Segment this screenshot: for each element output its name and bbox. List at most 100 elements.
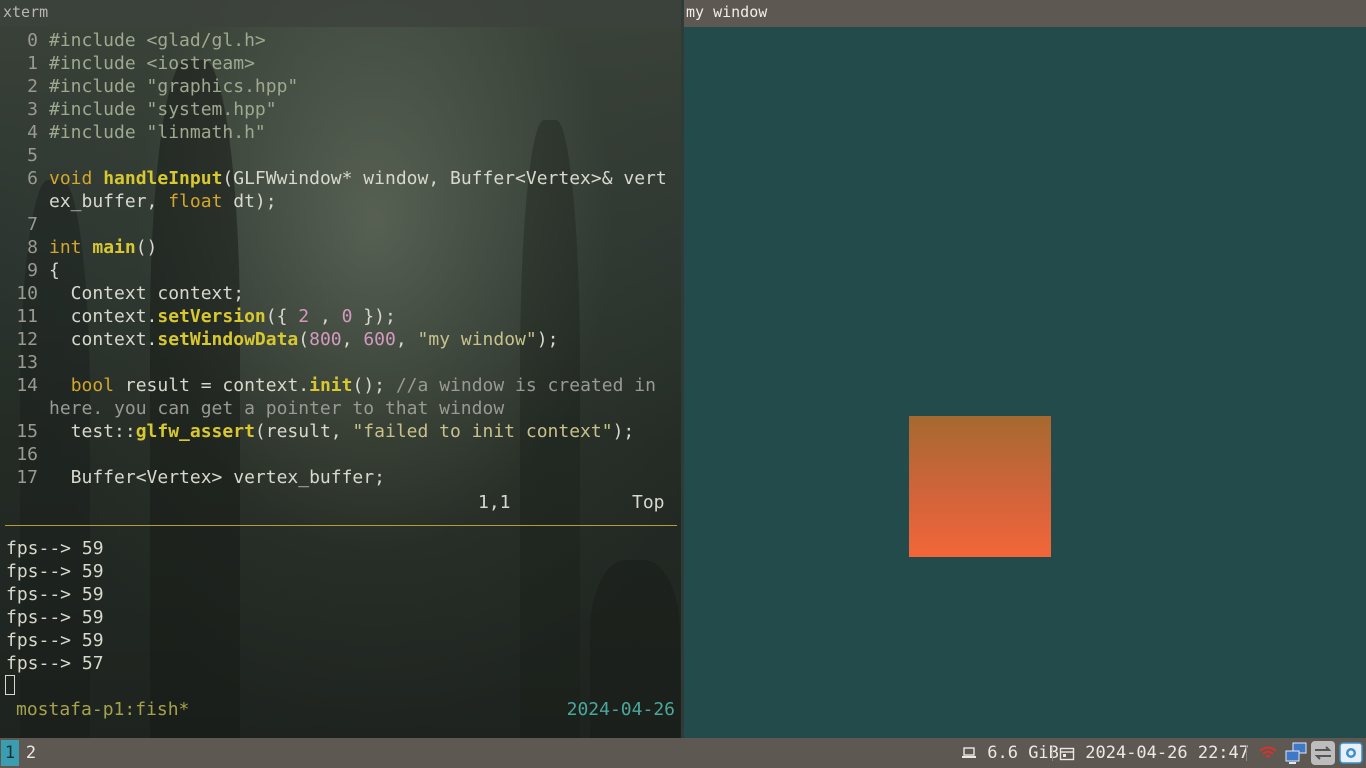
- code-token: "failed to init context": [352, 421, 613, 442]
- xterm-window[interactable]: xterm 0 #include <glad/gl.h> 1 #include <io…: [0, 0, 681, 738]
- code-token: here. you can get a pointer to that wind…: [49, 398, 505, 419]
- code-line[interactable]: 4 #include "linmath.h": [0, 121, 681, 144]
- terminal-cursor: [5, 675, 15, 695]
- line-number: 17: [16, 467, 38, 488]
- code-token: ,: [341, 329, 364, 350]
- line-number: 4: [27, 122, 38, 143]
- code-token: dt);: [222, 191, 277, 212]
- workspace-2-button[interactable]: 2: [22, 740, 40, 766]
- line-number: 14: [16, 375, 38, 396]
- line-number: 6: [27, 168, 38, 189]
- code-text: context.setWindowData(800, 600, "my wind…: [49, 328, 559, 351]
- opengl-window[interactable]: my window: [684, 0, 1366, 738]
- code-text: context.setVersion({ 2 , 0 });: [49, 305, 396, 328]
- code-line[interactable]: 2 #include "graphics.hpp": [0, 75, 681, 98]
- code-token: (): [135, 237, 158, 258]
- terminal-line: fps--> 59: [6, 607, 104, 628]
- code-token: #include "linmath.h": [49, 122, 266, 143]
- line-number: 9: [27, 260, 38, 281]
- tmux-session-name[interactable]: mostafa-p1:fish*: [16, 698, 189, 721]
- code-token: Buffer<Vertex> vertex_buffer;: [49, 467, 385, 488]
- vim-statusline: 1,1 Top: [0, 491, 681, 514]
- code-token: ,: [395, 329, 418, 350]
- code-line[interactable]: 7: [0, 213, 681, 236]
- bar-separator: [1246, 745, 1247, 761]
- laptop-icon: [962, 747, 976, 758]
- code-line[interactable]: 5: [0, 144, 681, 167]
- pane-divider[interactable]: [5, 525, 677, 526]
- code-text: bool result = context.init(); //a window…: [49, 374, 656, 397]
- datetime: 2024-04-26 22:47: [1085, 743, 1250, 763]
- code-line[interactable]: here. you can get a pointer to that wind…: [0, 397, 681, 420]
- code-line[interactable]: 13: [0, 351, 681, 374]
- calendar-icon: [1059, 747, 1075, 760]
- code-token: 0: [341, 306, 353, 327]
- code-token: bool: [70, 375, 115, 396]
- code-line[interactable]: 16: [0, 443, 681, 466]
- code-token: float: [168, 191, 223, 212]
- code-token: });: [352, 306, 396, 327]
- cursor-position: 1,1: [478, 492, 511, 513]
- line-number: 12: [16, 329, 38, 350]
- code-line[interactable]: 6 void handleInput(GLFWwindow* window, Bu…: [0, 167, 681, 190]
- window-title: xterm: [3, 3, 49, 21]
- code-line[interactable]: 10 Context context;: [0, 282, 681, 305]
- code-text: #include "linmath.h": [49, 121, 266, 144]
- line-number: 5: [27, 145, 38, 166]
- vim-editor[interactable]: 0 #include <glad/gl.h> 1 #include <iostream…: [0, 29, 681, 489]
- line-number: 7: [27, 214, 38, 235]
- network-icon[interactable]: [1284, 741, 1308, 765]
- terminal-output[interactable]: fps--> 59 fps--> 59 fps--> 59 fps--> 59 fps-…: [6, 537, 104, 675]
- code-token: );: [612, 421, 635, 442]
- workspace-1-button[interactable]: 1: [1, 740, 19, 766]
- code-token: Context context;: [49, 283, 245, 304]
- code-token: handleInput: [103, 168, 223, 189]
- code-line[interactable]: 9{: [0, 259, 681, 282]
- code-text: here. you can get a pointer to that wind…: [49, 397, 504, 420]
- code-line[interactable]: 1 #include <iostream>: [0, 52, 681, 75]
- scroll-position: Top: [632, 492, 665, 513]
- screenshot-icon[interactable]: [1339, 741, 1363, 765]
- code-token: //a window is created in: [395, 375, 656, 396]
- code-token: init: [309, 375, 353, 396]
- clock[interactable]: 2024-04-26 22:47: [1059, 738, 1249, 768]
- code-line[interactable]: 12 context.setWindowData(800, 600, "my w…: [0, 328, 681, 351]
- transfer-icon[interactable]: [1311, 741, 1335, 765]
- code-text: #include <glad/gl.h>: [49, 29, 266, 52]
- code-line[interactable]: 17 Buffer<Vertex> vertex_buffer;: [0, 466, 681, 489]
- xterm-titlebar[interactable]: xterm: [0, 0, 681, 27]
- code-line[interactable]: 0 #include <glad/gl.h>: [0, 29, 681, 52]
- code-line[interactable]: 14 bool result = context.init(); //a win…: [0, 374, 681, 397]
- code-line[interactable]: 3 #include "system.hpp": [0, 98, 681, 121]
- code-token: 2: [298, 306, 310, 327]
- code-token: 800: [309, 329, 342, 350]
- code-token: int: [49, 237, 82, 258]
- code-token: result = context.: [114, 375, 310, 396]
- code-token: ();: [352, 375, 396, 396]
- code-token: ex_buffer,: [49, 191, 169, 212]
- code-text: #include "system.hpp": [49, 98, 277, 121]
- opengl-window-titlebar[interactable]: my window: [684, 0, 1366, 27]
- code-token: glfw_assert: [135, 421, 255, 442]
- code-token: context.: [49, 329, 158, 350]
- code-text: {: [49, 259, 60, 282]
- code-text: int main(): [49, 236, 157, 259]
- code-token: main: [92, 237, 136, 258]
- wifi-icon[interactable]: [1256, 741, 1280, 765]
- terminal-line: fps--> 59: [6, 561, 104, 582]
- line-number: 10: [16, 283, 38, 304]
- code-token: setVersion: [157, 306, 266, 327]
- code-text: #include "graphics.hpp": [49, 75, 298, 98]
- code-line[interactable]: ex_buffer, float dt);: [0, 190, 681, 213]
- code-line[interactable]: 8 int main(): [0, 236, 681, 259]
- terminal-line: fps--> 59: [6, 584, 104, 605]
- code-line[interactable]: 15 test::glfw_assert(result, "failed to …: [0, 420, 681, 443]
- line-number: 16: [16, 444, 38, 465]
- memory-value: 6.6 GiB: [987, 743, 1059, 763]
- terminal-line: fps--> 57: [6, 653, 104, 674]
- code-line[interactable]: 11 context.setVersion({ 2 , 0 });: [0, 305, 681, 328]
- code-token: test::: [49, 421, 136, 442]
